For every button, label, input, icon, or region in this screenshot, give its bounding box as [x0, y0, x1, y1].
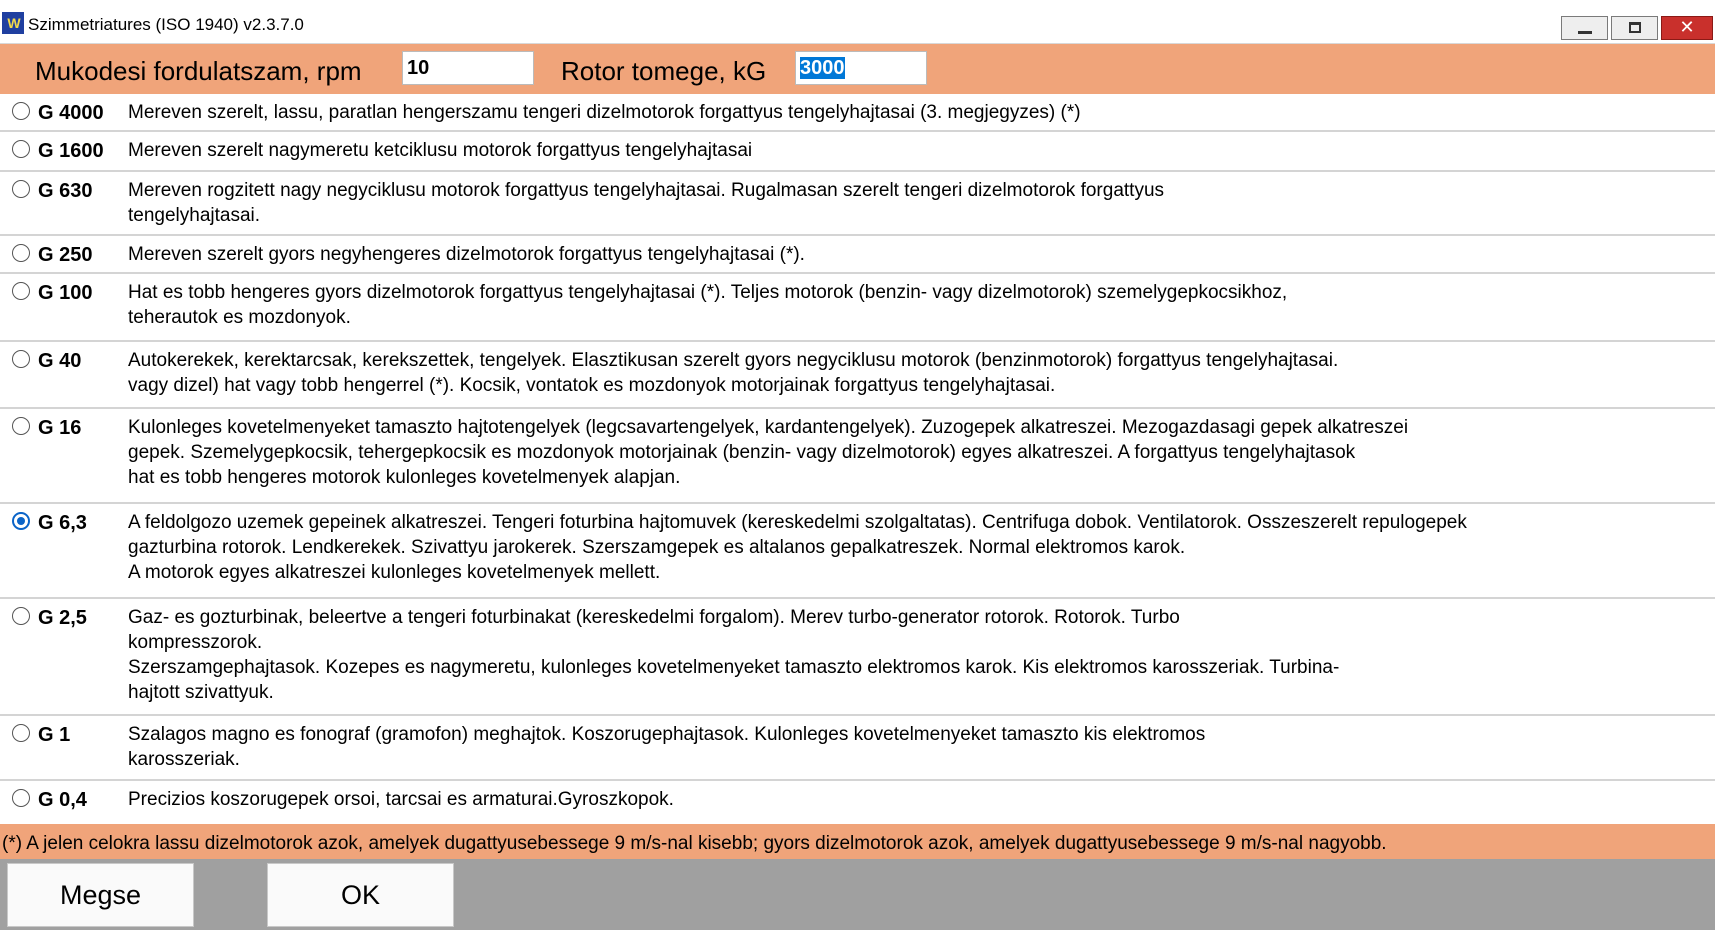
grade-label: G 1600 — [38, 140, 104, 162]
grade-description: Kulonleges kovetelmenyeket tamaszto hajt… — [128, 417, 1409, 488]
grade-label: G 250 — [38, 244, 93, 266]
radio-g1600[interactable] — [12, 140, 30, 158]
grade-description: Mereven rogzitett nagy negyciklusu motor… — [128, 180, 1165, 226]
minimize-button[interactable] — [1561, 16, 1608, 40]
radio-g16[interactable] — [12, 417, 30, 435]
rpm-label: Mukodesi fordulatszam, rpm — [35, 56, 362, 86]
grade-row-g2-5[interactable]: G 2,5 Gaz- es gozturbinak, beleertve a t… — [0, 599, 1715, 716]
grade-description: Szalagos magno es fonograf (gramofon) me… — [128, 724, 1206, 770]
title-bar: W Szimmetriatures (ISO 1940) v2.3.7.0 ✕ — [0, 0, 1715, 44]
radio-g6-3[interactable] — [12, 512, 30, 530]
grade-row-g0-4[interactable]: G 0,4 Precizios koszorugepek orsoi, tarc… — [0, 781, 1715, 824]
close-button[interactable]: ✕ — [1661, 16, 1713, 40]
grade-row-g100[interactable]: G 100 Hat es tobb hengeres gyors dizelmo… — [0, 274, 1715, 342]
grade-label: G 40 — [38, 350, 82, 372]
grade-description: Mereven szerelt nagymeretu ketciklusu mo… — [128, 140, 753, 161]
mass-label: Rotor tomege, kG — [561, 56, 767, 86]
grade-label: G 630 — [38, 180, 93, 202]
grade-row-g40[interactable]: G 40 Autokerekek, kerektarcsak, kereksze… — [0, 342, 1715, 409]
grade-description: A feldolgozo uzemek gepeinek alkatreszei… — [128, 512, 1467, 583]
radio-g100[interactable] — [12, 282, 30, 300]
grade-list: G 4000 Mereven szerelt, lassu, paratlan … — [0, 94, 1715, 824]
mass-value: 3000 — [800, 57, 845, 79]
grade-row-g630[interactable]: G 630 Mereven rogzitett nagy negyciklusu… — [0, 172, 1715, 236]
grade-description: Gaz- es gozturbinak, beleertve a tengeri… — [128, 607, 1340, 703]
radio-g630[interactable] — [12, 180, 30, 198]
rpm-value: 10 — [407, 57, 430, 79]
minimize-icon — [1578, 31, 1592, 34]
radio-g2-5[interactable] — [12, 607, 30, 625]
ok-button[interactable]: OK — [267, 863, 454, 927]
radio-g4000[interactable] — [12, 102, 30, 120]
grade-description: Hat es tobb hengeres gyors dizelmotorok … — [128, 282, 1288, 328]
mass-input[interactable]: 3000 — [795, 51, 927, 85]
grade-row-g4000[interactable]: G 4000 Mereven szerelt, lassu, paratlan … — [0, 94, 1715, 132]
grade-label: G 16 — [38, 417, 82, 439]
maximize-icon — [1629, 22, 1641, 33]
app-logo-icon: W — [2, 12, 24, 34]
grade-row-g16[interactable]: G 16 Kulonleges kovetelmenyeket tamaszto… — [0, 409, 1715, 504]
close-icon: ✕ — [1679, 17, 1695, 38]
radio-g0-4[interactable] — [12, 789, 30, 807]
grade-row-g6-3[interactable]: G 6,3 A feldolgozo uzemek gepeinek alkat… — [0, 504, 1715, 599]
maximize-button[interactable] — [1611, 16, 1658, 40]
footnote-bar: (*) A jelen celokra lassu dizelmotorok a… — [0, 824, 1715, 859]
grade-row-g1[interactable]: G 1 Szalagos magno es fonograf (gramofon… — [0, 716, 1715, 781]
grade-row-g1600[interactable]: G 1600 Mereven szerelt nagymeretu ketcik… — [0, 132, 1715, 172]
grade-label: G 6,3 — [38, 512, 87, 534]
grade-description: Mereven szerelt, lassu, paratlan hengers… — [128, 102, 1081, 123]
grade-label: G 1 — [38, 724, 71, 746]
grade-description: Mereven szerelt gyors negyhengeres dizel… — [128, 244, 805, 265]
grade-row-g250[interactable]: G 250 Mereven szerelt gyors negyhengeres… — [0, 236, 1715, 274]
radio-g40[interactable] — [12, 350, 30, 368]
footnote-text: (*) A jelen celokra lassu dizelmotorok a… — [2, 833, 1387, 854]
grade-label: G 2,5 — [38, 607, 87, 629]
grade-label: G 4000 — [38, 102, 104, 124]
grade-label: G 0,4 — [38, 789, 87, 811]
grade-description: Autokerekek, kerektarcsak, kerekszettek,… — [128, 350, 1339, 396]
input-header: Mukodesi fordulatszam, rpm 10 Rotor tome… — [0, 44, 1715, 94]
window-title: Szimmetriatures (ISO 1940) v2.3.7.0 — [28, 15, 304, 34]
cancel-button[interactable]: Megse — [7, 863, 194, 927]
grade-label: G 100 — [38, 282, 93, 304]
grade-description: Precizios koszorugepek orsoi, tarcsai es… — [128, 789, 674, 810]
radio-g250[interactable] — [12, 244, 30, 262]
rpm-input[interactable]: 10 — [402, 51, 534, 85]
radio-g1[interactable] — [12, 724, 30, 742]
button-bar: Megse OK — [0, 859, 1715, 930]
